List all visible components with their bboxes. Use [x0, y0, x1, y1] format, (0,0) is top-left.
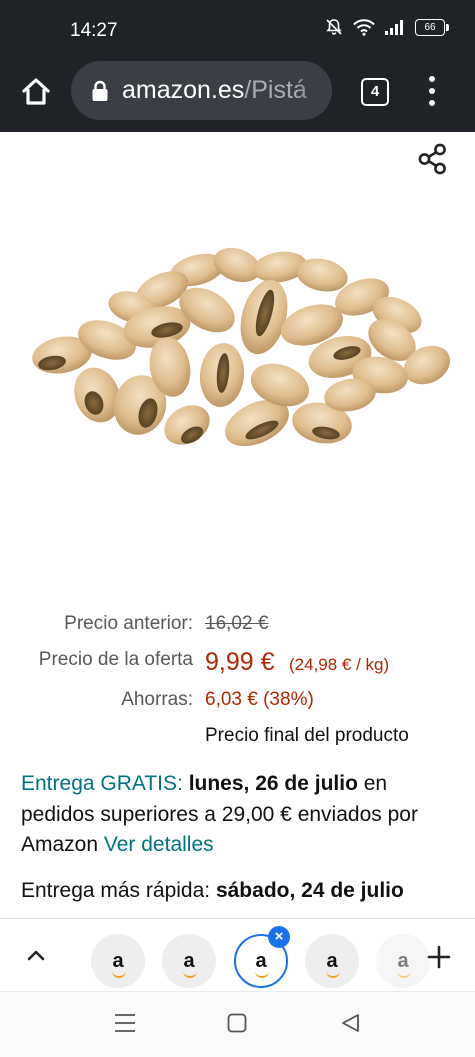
previous-price-value: 16,02 € [205, 613, 269, 634]
product-image[interactable] [22, 245, 454, 460]
tab-count-button[interactable]: 4 [361, 78, 389, 106]
battery-icon: 66 [415, 18, 449, 36]
signal-icon [385, 19, 405, 35]
faster-delivery-info: Entrega más rápida: sábado, 24 de julio [21, 876, 461, 906]
wifi-icon [353, 18, 375, 36]
amazon-logo-icon: a [112, 951, 127, 978]
close-tab-button[interactable]: × [268, 926, 290, 948]
new-tab-button[interactable] [427, 945, 451, 969]
faster-delivery-label: Entrega más rápida: [21, 879, 211, 902]
home-nav-icon[interactable] [227, 1013, 247, 1033]
tab-thumbnail[interactable]: a [305, 934, 359, 988]
mute-icon [325, 18, 343, 36]
delivery-details-link[interactable]: Ver detalles [104, 833, 214, 856]
recent-apps-icon[interactable] [114, 1013, 136, 1033]
tab-thumbnail[interactable]: a [162, 934, 216, 988]
tab-switcher-strip: a a a × a a [0, 918, 475, 992]
delivery-info: Entrega GRATIS: lunes, 26 de julio en pe… [21, 769, 461, 861]
deal-price-value: 9,99 € [205, 648, 275, 676]
pistachio-pile [32, 247, 451, 447]
amazon-logo-icon: a [183, 951, 198, 978]
chevron-up-icon[interactable] [24, 944, 48, 968]
browser-chrome: 14:27 66 amazon.es/Pistá 4 [0, 0, 475, 132]
savings-label: Ahorras: [121, 689, 193, 710]
final-price-note: Precio final del producto [205, 725, 409, 746]
url-text: amazon.es/Pistá [122, 76, 307, 105]
deal-price-label: Precio de la oferta [38, 649, 193, 670]
url-domain: amazon.es [122, 76, 245, 104]
amazon-logo-icon: a [255, 951, 270, 978]
status-icons: 66 [325, 18, 449, 36]
previous-price-label: Precio anterior: [64, 613, 193, 634]
back-icon[interactable] [340, 1013, 360, 1033]
share-button[interactable] [416, 142, 450, 176]
savings-value: 6,03 € (38%) [205, 689, 314, 710]
amazon-logo-icon: a [397, 951, 412, 978]
unit-price: (24,98 € / kg) [289, 655, 390, 674]
home-button[interactable] [18, 73, 54, 109]
amazon-logo-icon: a [326, 951, 341, 978]
status-time: 14:27 [70, 20, 118, 41]
tab-thumbnail[interactable]: a [91, 934, 145, 988]
faster-delivery-date: sábado, 24 de julio [215, 879, 404, 902]
home-icon [22, 78, 50, 105]
free-delivery-label: Entrega GRATIS: [21, 772, 183, 795]
menu-dot-icon [429, 100, 435, 106]
menu-dot-icon [429, 76, 435, 82]
tab-thumbnail[interactable]: a [376, 934, 430, 988]
share-icon [418, 143, 446, 175]
more-menu-button[interactable] [424, 76, 440, 106]
menu-dot-icon [429, 88, 435, 94]
lock-icon [92, 80, 108, 101]
url-bar[interactable]: amazon.es/Pistá [71, 61, 332, 120]
system-navigation-bar [0, 991, 475, 1057]
delivery-date: lunes, 26 de julio [188, 772, 358, 795]
